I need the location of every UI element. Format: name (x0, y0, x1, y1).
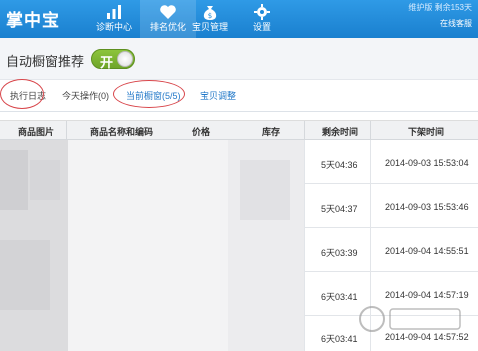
subscription-text: 维护版 剩余153天 (408, 3, 472, 12)
offshelf-time: 2014-09-03 15:53:46 (385, 202, 469, 212)
remaining-time: 6天03:41 (321, 334, 358, 344)
offshelf-time: 2014-09-04 14:55:51 (385, 246, 469, 256)
table-header: 商品图片 商品名称和编码 价格 库存 剩余时间 下架时间 (0, 120, 478, 141)
nav-label: 设置 (252, 22, 271, 32)
offshelf-time: 2014-09-03 15:53:04 (385, 158, 469, 168)
tab-item-adjust[interactable]: 宝贝调整 (200, 89, 236, 102)
gear-icon (254, 4, 270, 20)
svg-text:$: $ (208, 12, 212, 20)
blurred-product-region (0, 140, 304, 351)
app-logo: 掌中宝 (6, 11, 60, 30)
th-name: 商品名称和编码 (90, 127, 154, 137)
toggle-knob (117, 51, 133, 67)
chart-icon (107, 5, 121, 19)
th-remaining: 剩余时间 (322, 127, 359, 137)
nav-diagnosis[interactable]: 诊断中心 (86, 0, 142, 38)
remaining-time: 5天04:36 (321, 160, 358, 170)
remaining-time: 5天04:37 (321, 204, 358, 214)
nav-settings[interactable]: 设置 (234, 0, 290, 38)
nav-items[interactable]: $ 宝贝管理 (182, 0, 238, 38)
offshelf-time: 2014-09-04 14:57:19 (385, 290, 469, 300)
top-bar: 掌中宝 诊断中心 排名优化 $ 宝贝管理 设置 维护版 剩余153天 在线客服 (0, 0, 478, 38)
heart-icon (160, 5, 176, 19)
remaining-time: 6天03:39 (321, 248, 358, 258)
auto-window-label: 自动橱窗推荐 (6, 54, 85, 69)
nav-label: 诊断中心 (95, 22, 132, 32)
online-support-link[interactable]: 在线客服 (408, 19, 472, 29)
remaining-time: 6天03:41 (321, 292, 358, 302)
th-price: 价格 (192, 127, 211, 137)
nav-label: 宝贝管理 (191, 22, 228, 32)
annotation-circle (0, 79, 44, 109)
auto-window-row: 自动橱窗推荐 开 (0, 38, 478, 80)
tab-today-actions[interactable]: 今天操作(0) (62, 89, 109, 102)
th-stock: 库存 (262, 127, 281, 137)
annotation-circle (113, 80, 185, 108)
tab-bar: 执行日志 今天操作(0) 当前橱窗(5/5) 宝贝调整 (0, 80, 478, 112)
account-status: 维护版 剩余153天 在线客服 (408, 3, 472, 29)
watermark-logo (359, 306, 461, 332)
money-bag-icon: $ (203, 6, 217, 20)
th-offshelf: 下架时间 (408, 127, 445, 137)
th-image: 商品图片 (18, 127, 55, 137)
auto-window-toggle[interactable]: 开 (91, 49, 135, 70)
toggle-text: 开 (100, 55, 114, 70)
